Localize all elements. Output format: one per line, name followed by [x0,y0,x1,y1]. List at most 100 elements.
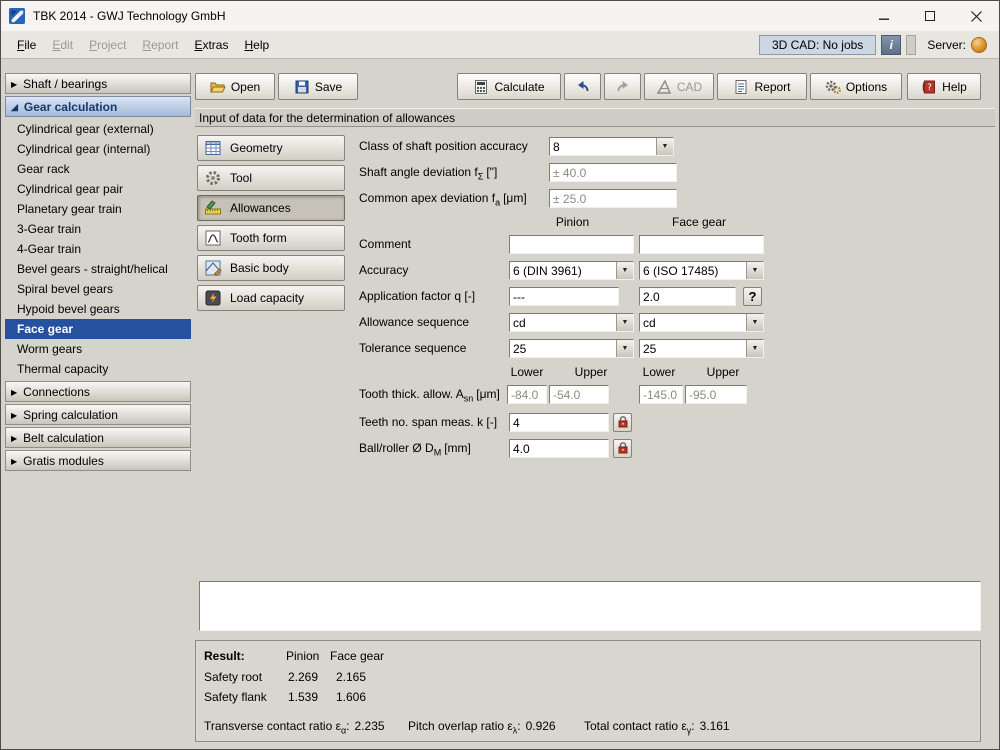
open-button[interactable]: Open [195,73,275,100]
maximize-button[interactable] [907,1,953,31]
application-factor-help-button[interactable]: ? [743,287,762,306]
menu-report[interactable]: Report [134,34,186,56]
app-icon[interactable] [9,8,25,24]
redo-button[interactable] [604,73,641,100]
sidebar-item-face-gear[interactable]: Face gear [5,319,191,339]
collapse-arrow-icon [11,100,18,114]
sidebar-item-cylindrical-gear-pair[interactable]: Cylindrical gear pair [5,179,191,199]
sidebar-section-belt-calculation[interactable]: Belt calculation [5,427,191,448]
undo-button[interactable] [564,73,601,100]
cad-menu-button[interactable] [906,35,916,55]
chevron-down-icon [746,262,763,279]
sidebar-item-spiral-bevel-gears[interactable]: Spiral bevel gears [5,279,191,299]
sidebar-section-shaft-bearings[interactable]: Shaft / bearings [5,73,191,94]
sidebar-item-3-gear-train[interactable]: 3-Gear train [5,219,191,239]
application-factor-pinion-input[interactable] [509,287,619,306]
sidebar-section-gear-calculation[interactable]: Gear calculation [5,96,191,117]
safety-flank-label: Safety flank [204,690,267,704]
load-capacity-nav-button[interactable]: Load capacity [197,285,345,311]
sidebar-item-cylindrical-gear-internal[interactable]: Cylindrical gear (internal) [5,139,191,159]
comment-pinion-input[interactable] [509,235,634,254]
tolerance-sequence-pinion-select[interactable]: 25 [509,339,634,358]
tolerance-sequence-face-gear-select[interactable]: 25 [639,339,764,358]
tooth-thickness-pinion-upper-input [549,385,609,404]
lock-icon [617,415,629,431]
accuracy-pinion-select[interactable]: 6 (DIN 3961) [509,261,634,280]
help-button[interactable]: ? Help [907,73,981,100]
transverse-contact-ratio: Transverse contact ratio εα:2.235 [204,719,385,735]
cad-button[interactable]: CAD [644,73,714,100]
report-button[interactable]: Report [717,73,807,100]
minimize-button[interactable] [861,1,907,31]
toolbar: Open Save Calculate CAD [195,73,995,100]
menu-help[interactable]: Help [236,34,277,56]
shaft-angle-label: Shaft angle deviation fΣ["] [359,165,497,181]
sidebar-item-bevel-gears[interactable]: Bevel gears - straight/helical [5,259,191,279]
accuracy-face-gear-select[interactable]: 6 (ISO 17485) [639,261,764,280]
safety-root-face-value: 2.165 [336,670,366,684]
sidebar-item-planetary-gear-train[interactable]: Planetary gear train [5,199,191,219]
sidebar-section-spring-calculation[interactable]: Spring calculation [5,404,191,425]
geometry-nav-button[interactable]: Geometry [197,135,345,161]
sidebar-item-gear-rack[interactable]: Gear rack [5,159,191,179]
accuracy-pinion-value: 6 (DIN 3961) [510,264,616,278]
message-area [199,581,981,631]
chevron-down-icon [656,138,673,155]
safety-root-label: Safety root [204,670,262,684]
sidebar-section-connections[interactable]: Connections [5,381,191,402]
result-pinion-header: Pinion [286,649,319,663]
accuracy-label: Accuracy [359,263,408,277]
class-accuracy-select[interactable]: 8 [549,137,674,156]
common-apex-input [549,189,677,208]
menu-project[interactable]: Project [81,34,134,56]
pinion-column-header: Pinion [540,215,605,229]
sidebar-item-cylindrical-gear-external[interactable]: Cylindrical gear (external) [5,119,191,139]
save-label: Save [315,80,342,94]
application-factor-face-gear-input[interactable] [639,287,736,306]
ball-roller-lock-button[interactable] [613,439,632,458]
cad-info-button[interactable]: i [881,35,901,55]
cad-status-box[interactable]: 3D CAD: No jobs [759,35,876,55]
basic-body-nav-button[interactable]: Basic body [197,255,345,281]
sidebar-item-4-gear-train[interactable]: 4-Gear train [5,239,191,259]
titlebar[interactable]: TBK 2014 - GWJ Technology GmbH [1,1,999,31]
allowance-sequence-face-gear-value: cd [640,316,746,330]
tool-label: Tool [230,171,252,185]
tooth-form-nav-button[interactable]: Tooth form [197,225,345,251]
menu-extras[interactable]: Extras [186,34,236,56]
close-button[interactable] [953,1,999,31]
server-label: Server: [927,38,966,52]
expand-arrow-icon [11,431,17,445]
calculate-button[interactable]: Calculate [457,73,561,100]
sidebar-item-hypoid-bevel-gears[interactable]: Hypoid bevel gears [5,299,191,319]
tooth-form-label: Tooth form [230,231,287,245]
menu-file[interactable]: File [9,34,44,56]
comment-face-gear-input[interactable] [639,235,764,254]
section-label: Belt calculation [23,431,104,445]
tolerance-sequence-pinion-value: 25 [510,342,616,356]
sidebar-item-worm-gears[interactable]: Worm gears [5,339,191,359]
allowance-sequence-face-gear-select[interactable]: cd [639,313,764,332]
menubar-status-area: 3D CAD: No jobs i Server: [759,35,991,55]
menu-edit[interactable]: Edit [44,34,81,56]
open-label: Open [231,80,260,94]
section-title: Input of data for the determination of a… [199,111,455,125]
teeth-span-lock-button[interactable] [613,413,632,432]
sidebar-item-thermal-capacity[interactable]: Thermal capacity [5,359,191,379]
tool-nav-button[interactable]: Tool [197,165,345,191]
allowance-sequence-pinion-select[interactable]: cd [509,313,634,332]
accuracy-face-gear-value: 6 (ISO 17485) [640,264,746,278]
tolerance-sequence-face-gear-value: 25 [640,342,746,356]
face-upper-header: Upper [693,365,753,379]
teeth-span-input[interactable] [509,413,609,432]
save-button[interactable]: Save [278,73,358,100]
geometry-label: Geometry [230,141,283,155]
allowances-nav-button[interactable]: Allowances [197,195,345,221]
window-controls [861,1,999,31]
chevron-down-icon [616,314,633,331]
face-lower-header: Lower [629,365,689,379]
expand-arrow-icon [11,454,17,468]
sidebar-section-gratis-modules[interactable]: Gratis modules [5,450,191,471]
ball-roller-input[interactable] [509,439,609,458]
options-button[interactable]: Options [810,73,902,100]
